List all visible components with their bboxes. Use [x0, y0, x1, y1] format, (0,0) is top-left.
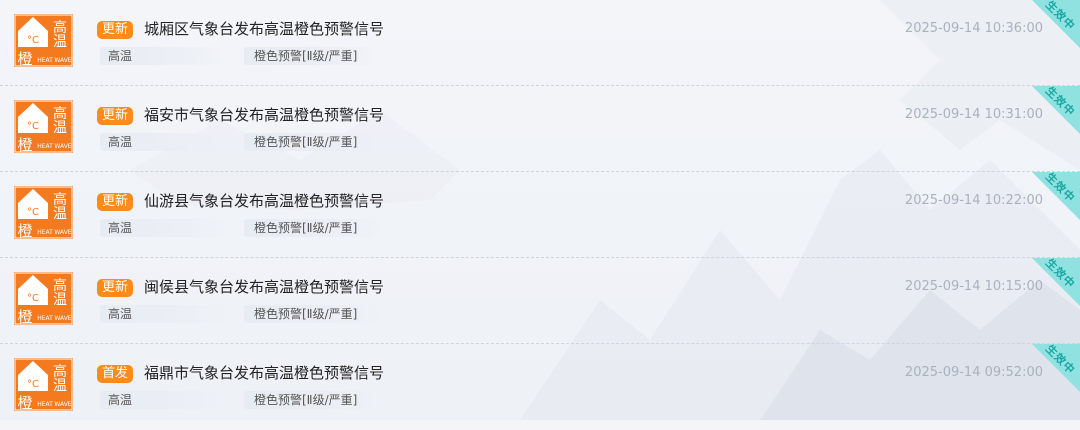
alert-title[interactable]: 城厢区气象台发布高温橙色预警信号 — [144, 18, 384, 40]
alert-row[interactable]: °C 高 温 橙 HEAT WAVE 更新 闽侯县气象台发布高温橙色预警信号 高… — [0, 258, 1080, 344]
status-corner-ribbon: 生效中 — [1032, 0, 1080, 48]
update-badge: 更新 — [97, 21, 134, 39]
svg-text:HEAT: HEAT — [37, 401, 53, 408]
svg-text:HEAT: HEAT — [37, 57, 53, 64]
svg-text:°C: °C — [27, 293, 39, 304]
svg-text:温: 温 — [53, 120, 67, 136]
high-temperature-orange-warning-icon: °C 高 温 橙 HEAT WAVE — [14, 358, 73, 411]
update-badge: 更新 — [97, 193, 134, 211]
status-corner-ribbon: 生效中 — [1032, 86, 1080, 134]
svg-text:°C: °C — [27, 379, 39, 390]
alert-title[interactable]: 闽侯县气象台发布高温橙色预警信号 — [144, 276, 384, 298]
alert-type-tag: 高温 — [100, 305, 230, 323]
svg-text:WAVE: WAVE — [54, 143, 71, 150]
alert-timestamp: 2025-09-14 09:52:00 — [904, 365, 1043, 380]
svg-text:温: 温 — [53, 292, 67, 308]
alert-type-tag: 高温 — [100, 47, 230, 65]
high-temperature-orange-warning-icon: °C 高 温 橙 HEAT WAVE — [14, 272, 73, 325]
alert-type-tag: 高温 — [100, 391, 230, 409]
svg-text:橙: 橙 — [17, 136, 32, 153]
alert-type-tag: 高温 — [100, 219, 230, 237]
svg-text:WAVE: WAVE — [54, 401, 71, 408]
svg-text:橙: 橙 — [17, 222, 32, 239]
svg-text:温: 温 — [53, 34, 67, 50]
svg-text:WAVE: WAVE — [54, 57, 71, 64]
alert-level-tag: 橙色预警[Ⅱ级/严重] — [244, 305, 384, 323]
svg-text:橙: 橙 — [17, 308, 32, 325]
high-temperature-orange-warning-icon: °C 高 温 橙 HEAT WAVE — [14, 186, 73, 239]
svg-text:温: 温 — [53, 206, 67, 222]
svg-text:WAVE: WAVE — [54, 315, 71, 322]
status-corner-ribbon: 生效中 — [1032, 172, 1080, 220]
svg-text:WAVE: WAVE — [54, 229, 71, 236]
alert-row[interactable]: °C 高 温 橙 HEAT WAVE 更新 福安市气象台发布高温橙色预警信号 高… — [0, 86, 1080, 172]
high-temperature-orange-warning-icon: °C 高 温 橙 HEAT WAVE — [14, 100, 73, 153]
svg-text:°C: °C — [27, 207, 39, 218]
warning-alert-list: °C 高 温 橙 HEAT WAVE 更新 城厢区气象台发布高温橙色预警信号 高… — [0, 0, 1080, 420]
alert-row[interactable]: °C 高 温 橙 HEAT WAVE 更新 城厢区气象台发布高温橙色预警信号 高… — [0, 0, 1080, 86]
update-badge: 更新 — [97, 107, 134, 125]
alert-timestamp: 2025-09-14 10:22:00 — [904, 193, 1043, 208]
alert-row[interactable]: °C 高 温 橙 HEAT WAVE 首发 福鼎市气象台发布高温橙色预警信号 高… — [0, 344, 1080, 430]
high-temperature-orange-warning-icon: °C 高 温 橙 HEAT WAVE — [14, 14, 73, 67]
svg-text:温: 温 — [53, 378, 67, 394]
svg-text:°C: °C — [27, 35, 39, 46]
update-badge: 更新 — [97, 279, 134, 297]
svg-text:HEAT: HEAT — [37, 143, 53, 150]
alert-level-tag: 橙色预警[Ⅱ级/严重] — [244, 391, 384, 409]
svg-text:HEAT: HEAT — [37, 229, 53, 236]
status-corner-ribbon: 生效中 — [1032, 344, 1080, 392]
first-issue-badge: 首发 — [97, 365, 134, 383]
svg-text:橙: 橙 — [17, 50, 32, 67]
alert-timestamp: 2025-09-14 10:36:00 — [904, 21, 1043, 36]
alert-title[interactable]: 仙游县气象台发布高温橙色预警信号 — [144, 190, 384, 212]
alert-title[interactable]: 福鼎市气象台发布高温橙色预警信号 — [144, 362, 384, 384]
alert-row[interactable]: °C 高 温 橙 HEAT WAVE 更新 仙游县气象台发布高温橙色预警信号 高… — [0, 172, 1080, 258]
alert-level-tag: 橙色预警[Ⅱ级/严重] — [244, 47, 384, 65]
svg-text:HEAT: HEAT — [37, 315, 53, 322]
alert-timestamp: 2025-09-14 10:15:00 — [904, 279, 1043, 294]
svg-text:°C: °C — [27, 121, 39, 132]
alert-title[interactable]: 福安市气象台发布高温橙色预警信号 — [144, 104, 384, 126]
status-corner-ribbon: 生效中 — [1032, 258, 1080, 306]
alert-type-tag: 高温 — [100, 133, 230, 151]
alert-level-tag: 橙色预警[Ⅱ级/严重] — [244, 133, 384, 151]
alert-timestamp: 2025-09-14 10:31:00 — [904, 107, 1043, 122]
alert-level-tag: 橙色预警[Ⅱ级/严重] — [244, 219, 384, 237]
svg-text:橙: 橙 — [17, 394, 32, 411]
